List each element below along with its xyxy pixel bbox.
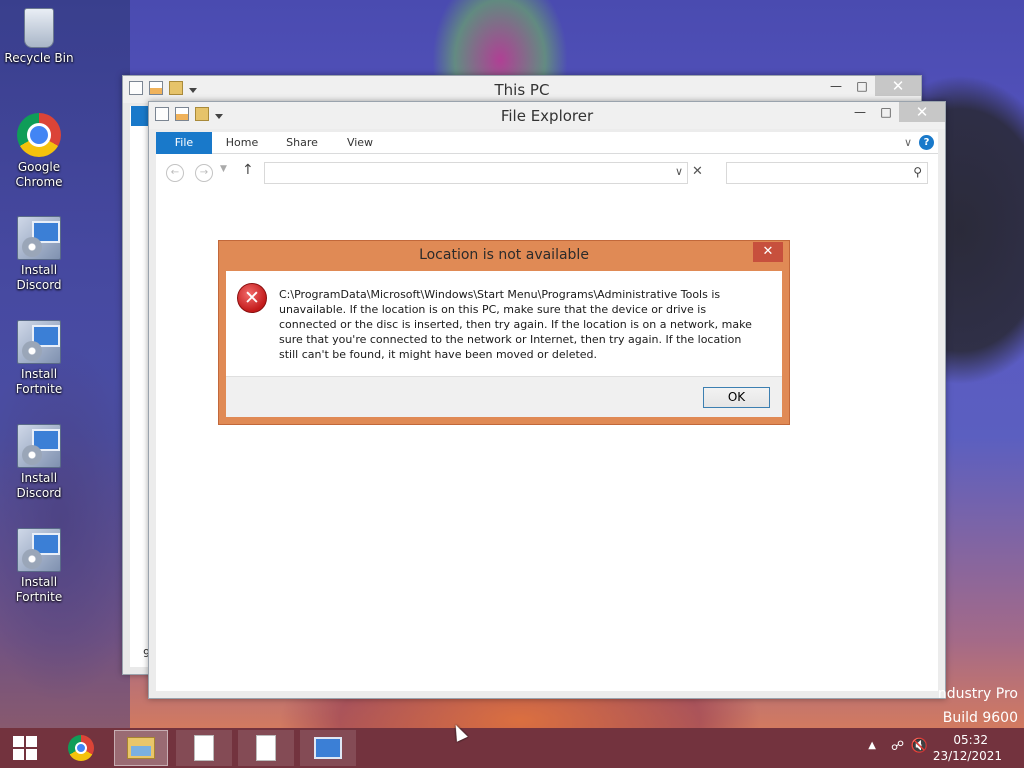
setup-icon [17, 424, 61, 468]
taskbar-setup-window[interactable] [300, 730, 356, 766]
ok-button[interactable]: OK [703, 387, 770, 408]
desktop-icon-install-fortnite[interactable]: Install Fortnite [0, 320, 78, 397]
show-hidden-icons-icon[interactable]: ▲ [868, 740, 876, 751]
taskbar-chrome[interactable] [56, 730, 106, 766]
setup-icon [17, 320, 61, 364]
clock-date[interactable]: 23/12/2021 [933, 749, 1002, 763]
volume-muted-icon[interactable]: 🔇 [911, 738, 928, 754]
document-icon [256, 735, 276, 761]
desktop-icon-google-chrome[interactable]: Google Chrome [0, 113, 78, 190]
setup-icon [17, 216, 61, 260]
tab-home[interactable]: Home [222, 132, 262, 154]
recycle-bin-icon [24, 8, 54, 48]
build-watermark: Build 9600 [942, 710, 1018, 726]
address-bar[interactable]: ∨ [264, 162, 688, 184]
up-button[interactable]: ↑ [242, 162, 254, 178]
window-titlebar[interactable]: This PC — □ ✕ [123, 76, 921, 103]
dialog-title: Location is not available [419, 247, 589, 263]
close-button[interactable]: ✕ [899, 102, 945, 122]
window-titlebar[interactable]: File Explorer — □ ✕ [149, 102, 945, 129]
recent-locations-icon[interactable]: ▼ [220, 164, 227, 174]
back-button[interactable]: ← [166, 164, 184, 182]
chrome-icon [17, 113, 61, 157]
tab-view[interactable]: View [342, 132, 378, 154]
dialog-message: C:\ProgramData\Microsoft\Windows\Start M… [279, 288, 752, 361]
desktop-icon-install-discord[interactable]: Install Discord [0, 216, 78, 293]
start-button[interactable] [0, 730, 50, 766]
taskbar-window-1[interactable] [176, 730, 232, 766]
help-icon[interactable]: ? [919, 135, 934, 150]
ribbon-file-tab[interactable] [131, 106, 149, 126]
desktop-icon-label: Google Chrome [15, 160, 63, 189]
maximize-button[interactable]: □ [873, 102, 899, 122]
clear-address-icon[interactable]: ✕ [692, 164, 703, 179]
dialog-footer: OK [226, 376, 782, 417]
navigation-bar: ← → ▼ ↑ ∨ ✕ ⚲ [156, 154, 938, 192]
desktop-icon-recycle-bin[interactable]: Recycle Bin [0, 8, 78, 66]
desktop-icon-label: Install Fortnite [15, 575, 63, 604]
tab-share[interactable]: Share [282, 132, 322, 154]
clock-time[interactable]: 05:32 [953, 733, 988, 747]
search-input[interactable]: ⚲ [726, 162, 928, 184]
taskbar: ▲ ☍ 🔇 05:32 23/12/2021 [0, 728, 1024, 768]
desktop-icon-label: Recycle Bin [4, 51, 74, 65]
taskbar-file-explorer[interactable] [114, 730, 168, 766]
maximize-button[interactable]: □ [849, 76, 875, 96]
dialog-body: ✕ C:\ProgramData\Microsoft\Windows\Start… [226, 271, 782, 417]
document-icon [194, 735, 214, 761]
chrome-icon [68, 735, 94, 761]
tab-file[interactable]: File [156, 132, 212, 154]
windows-logo-icon [13, 736, 37, 760]
desktop-icon-label: Install Discord [16, 263, 62, 292]
forward-button[interactable]: → [195, 164, 213, 182]
address-dropdown-icon[interactable]: ∨ [675, 165, 683, 178]
minimize-button[interactable]: — [823, 76, 849, 96]
search-icon[interactable]: ⚲ [913, 165, 922, 179]
edition-watermark: ndustry Pro [937, 686, 1018, 702]
desktop-icon-install-fortnite-2[interactable]: Install Fortnite [0, 528, 78, 605]
network-icon[interactable]: ☍ [891, 739, 904, 754]
desktop-icon-label: Install Fortnite [15, 367, 63, 396]
window-title: This PC [494, 81, 550, 99]
desktop-icon-label: Install Discord [16, 471, 62, 500]
taskbar-window-2[interactable] [238, 730, 294, 766]
minimize-button[interactable]: — [847, 102, 873, 122]
error-icon: ✕ [237, 283, 267, 313]
close-button[interactable]: ✕ [875, 76, 921, 96]
dialog-close-button[interactable]: ✕ [753, 242, 783, 262]
desktop-icon-install-discord-2[interactable]: Install Discord [0, 424, 78, 501]
folder-icon [127, 737, 155, 759]
window-title: File Explorer [500, 107, 594, 125]
setup-icon [17, 528, 61, 572]
expand-ribbon-icon[interactable]: ∨ [904, 136, 912, 149]
error-dialog[interactable]: Location is not available ✕ ✕ C:\Program… [218, 240, 790, 425]
ribbon: File Home Share View ∨ ? [156, 132, 938, 154]
setup-icon [314, 737, 342, 759]
